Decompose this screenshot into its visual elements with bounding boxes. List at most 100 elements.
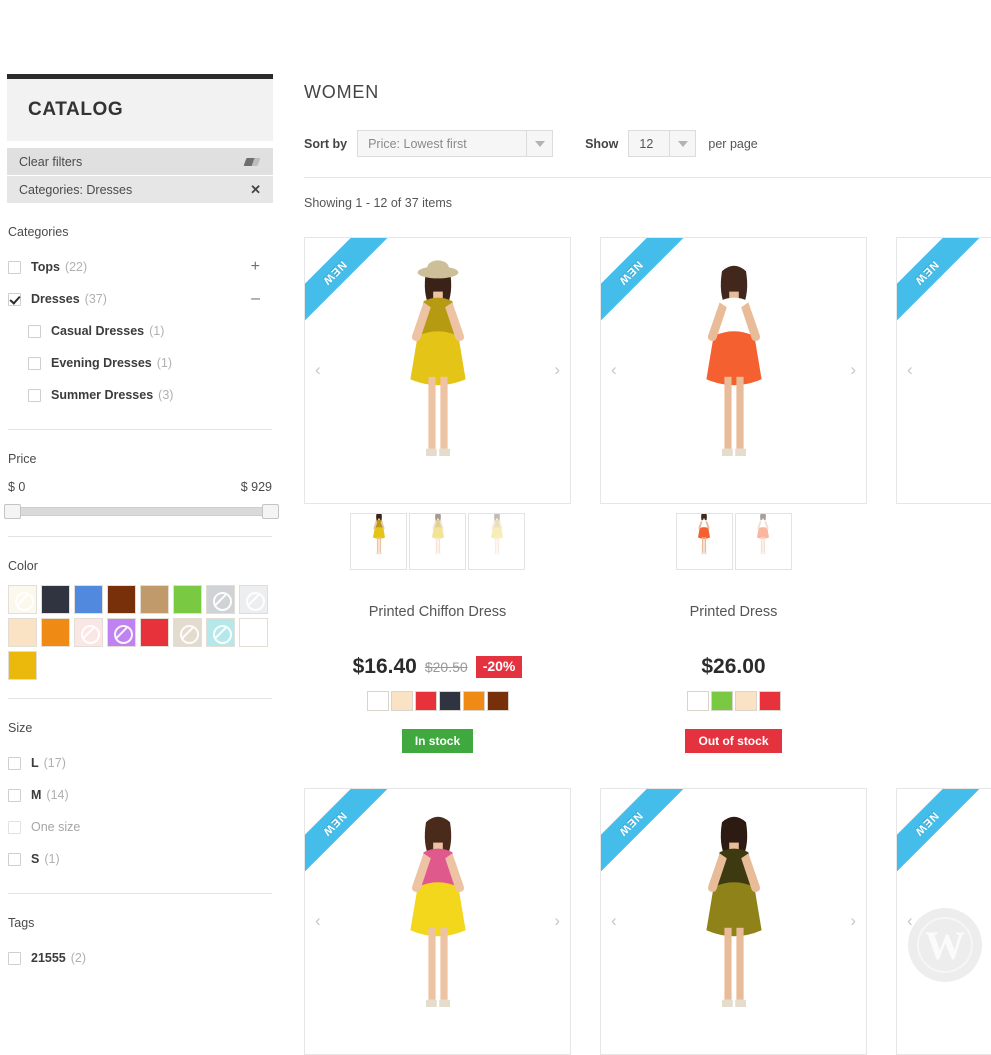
product-image[interactable]: NEW‹› — [600, 788, 867, 1055]
product-color-option-2[interactable] — [415, 691, 437, 711]
product-image[interactable]: NEW‹› — [600, 237, 867, 504]
color-swatch-7[interactable] — [239, 585, 268, 614]
checkbox-tops[interactable] — [8, 261, 21, 274]
checkbox-dresses[interactable] — [8, 293, 21, 306]
color-swatch-13[interactable] — [173, 618, 202, 647]
product-photo — [674, 252, 794, 497]
product-color-option-3[interactable] — [439, 691, 461, 711]
color-swatch-2[interactable] — [74, 585, 103, 614]
carousel-next-arrow[interactable]: › — [554, 912, 560, 929]
page-title: WOMEN — [304, 82, 991, 103]
carousel-prev-arrow[interactable]: ‹ — [315, 361, 321, 378]
chevron-down-icon[interactable] — [526, 131, 552, 156]
category-label-evening-dresses: Evening Dresses — [51, 356, 152, 370]
category-item-tops[interactable]: Tops (22) + — [8, 251, 272, 283]
checkbox-casual-dresses[interactable] — [28, 325, 41, 338]
carousel-prev-arrow[interactable]: ‹ — [611, 912, 617, 929]
expand-icon-tops[interactable]: + — [251, 259, 272, 275]
product-card[interactable]: NEW‹› — [304, 237, 571, 753]
product-card[interactable]: NEW‹› — [896, 237, 991, 753]
color-swatch-4[interactable] — [140, 585, 169, 614]
active-filter-categories-dresses[interactable]: Categories: Dresses ✕ — [7, 176, 273, 203]
product-thumbnail[interactable] — [676, 513, 733, 570]
clear-filters-row[interactable]: Clear filters — [7, 148, 273, 175]
toolbar-divider — [304, 177, 991, 178]
product-color-option-0[interactable] — [367, 691, 389, 711]
active-filter-label: Categories: Dresses — [19, 183, 132, 197]
checkbox-evening-dresses[interactable] — [28, 357, 41, 370]
carousel-prev-arrow[interactable]: ‹ — [907, 361, 913, 378]
size-item-s[interactable]: S (1) — [8, 843, 272, 875]
sort-by-select[interactable]: Price: Lowest first — [357, 130, 553, 157]
category-item-evening-dresses[interactable]: Evening Dresses (1) — [8, 347, 272, 379]
eraser-icon[interactable] — [245, 157, 261, 167]
product-thumbnail[interactable] — [350, 513, 407, 570]
category-item-summer-dresses[interactable]: Summer Dresses (3) — [8, 379, 272, 411]
checkbox-size-one-size[interactable] — [8, 821, 21, 834]
color-swatch-12[interactable] — [140, 618, 169, 647]
product-name[interactable]: Printed Chiffon Dress — [304, 604, 571, 620]
product-color-option-1[interactable] — [391, 691, 413, 711]
color-swatch-0[interactable] — [8, 585, 37, 614]
slider-handle-max[interactable] — [262, 504, 279, 519]
product-image[interactable]: NEW‹› — [896, 237, 991, 504]
product-card[interactable]: NEW‹› — [304, 788, 571, 1055]
color-swatch-16[interactable] — [8, 651, 37, 680]
slider-handle-min[interactable] — [4, 504, 21, 519]
sidebar-title: CATALOG — [28, 99, 123, 121]
product-color-options — [600, 691, 867, 711]
product-image[interactable]: NEW‹› — [304, 788, 571, 1055]
price-range-slider[interactable] — [4, 504, 279, 518]
color-swatch-14[interactable] — [206, 618, 235, 647]
show-label: Show — [585, 137, 618, 151]
color-swatch-15[interactable] — [239, 618, 268, 647]
facet-divider-2 — [8, 536, 272, 537]
product-thumbnail[interactable] — [468, 513, 525, 570]
product-color-option-0[interactable] — [687, 691, 709, 711]
product-price-row: $26.00 — [600, 655, 867, 679]
carousel-next-arrow[interactable]: › — [554, 361, 560, 378]
carousel-prev-arrow[interactable]: ‹ — [315, 912, 321, 929]
close-icon[interactable]: ✕ — [250, 183, 261, 196]
facet-title-size: Size — [8, 721, 272, 735]
carousel-prev-arrow[interactable]: ‹ — [611, 361, 617, 378]
sidebar-header: CATALOG — [7, 79, 273, 141]
checkbox-size-m[interactable] — [8, 789, 21, 802]
checkbox-size-s[interactable] — [8, 853, 21, 866]
chevron-down-icon[interactable] — [669, 131, 695, 156]
size-label-m: M — [31, 788, 41, 802]
color-swatch-9[interactable] — [41, 618, 70, 647]
category-item-casual-dresses[interactable]: Casual Dresses (1) — [8, 315, 272, 347]
product-card[interactable]: NEW‹› Printe — [600, 237, 867, 753]
checkbox-summer-dresses[interactable] — [28, 389, 41, 402]
carousel-next-arrow[interactable]: › — [850, 912, 856, 929]
color-swatch-3[interactable] — [107, 585, 136, 614]
color-swatch-1[interactable] — [41, 585, 70, 614]
checkbox-tag-21555[interactable] — [8, 952, 21, 965]
size-item-m[interactable]: M (14) — [8, 779, 272, 811]
tag-item-21555[interactable]: 21555 (2) — [8, 942, 272, 974]
color-swatch-5[interactable] — [173, 585, 202, 614]
product-card[interactable]: NEW‹› — [600, 788, 867, 1055]
product-name[interactable]: Printed Dress — [600, 604, 867, 620]
product-color-option-1[interactable] — [711, 691, 733, 711]
category-item-dresses[interactable]: Dresses (37) – — [8, 283, 272, 315]
product-color-option-4[interactable] — [463, 691, 485, 711]
product-color-option-5[interactable] — [487, 691, 509, 711]
carousel-next-arrow[interactable]: › — [850, 361, 856, 378]
product-thumbnail[interactable] — [409, 513, 466, 570]
product-image[interactable]: NEW‹› — [304, 237, 571, 504]
color-swatch-11[interactable] — [107, 618, 136, 647]
color-swatch-6[interactable] — [206, 585, 235, 614]
size-item-l[interactable]: L (17) — [8, 747, 272, 779]
checkbox-size-l[interactable] — [8, 757, 21, 770]
product-toolbar: Sort by Price: Lowest first Show 12 per … — [304, 130, 991, 157]
items-per-page-select[interactable]: 12 — [628, 130, 696, 157]
size-item-one-size[interactable]: One size — [8, 811, 272, 843]
color-swatch-8[interactable] — [8, 618, 37, 647]
color-swatch-10[interactable] — [74, 618, 103, 647]
product-thumbnail[interactable] — [735, 513, 792, 570]
product-color-option-2[interactable] — [735, 691, 757, 711]
collapse-icon-dresses[interactable]: – — [251, 291, 272, 307]
product-color-option-3[interactable] — [759, 691, 781, 711]
